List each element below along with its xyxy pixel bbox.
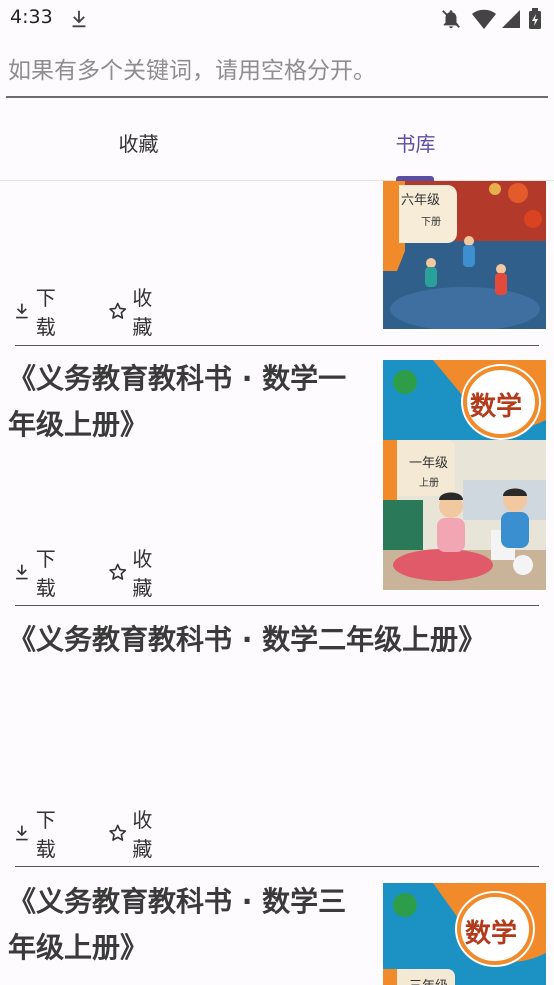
download-status-icon (68, 8, 90, 34)
battery-icon (528, 8, 542, 34)
list-item[interactable]: 《义务教育教科书 · 数学二年级上册》 下载 收藏 (0, 607, 554, 869)
search-bar (6, 48, 548, 98)
divider (15, 866, 539, 867)
book-list[interactable]: 六年级 下册 下载 收藏 《义务教育教科书 · 数学一年级上册》 数学 一年级 … (0, 181, 554, 985)
cover-grade-text: 一年级 (409, 456, 449, 471)
download-label: 下载 (35, 808, 56, 861)
list-item[interactable]: 六年级 下册 下载 收藏 (0, 181, 554, 346)
cover-volume-text: 下册 (421, 217, 441, 228)
download-label: 下载 (35, 547, 56, 600)
favorite-button[interactable]: 收藏 (107, 286, 161, 339)
tab-favorites[interactable]: 收藏 (0, 110, 277, 178)
cover-grade-text: 三年级 (409, 975, 448, 985)
download-button[interactable]: 下载 (12, 286, 64, 339)
cover-subject-text: 数学 (470, 392, 523, 422)
cellular-signal-icon (500, 8, 522, 34)
favorite-button[interactable]: 收藏 (107, 808, 161, 861)
star-outline-icon (109, 563, 127, 580)
download-button[interactable]: 下载 (12, 808, 64, 861)
list-item[interactable]: 《义务教育教科书 · 数学三年级上册》 数学 三年级 (0, 869, 554, 985)
notifications-off-icon (440, 8, 462, 34)
book-title[interactable]: 《义务教育教科书 · 数学二年级上册》 (8, 617, 528, 663)
download-icon (16, 303, 28, 319)
download-icon (16, 825, 28, 841)
book-cover-image[interactable]: 数学 一年级 上册 (383, 360, 546, 590)
download-label: 下载 (35, 286, 56, 339)
list-item[interactable]: 《义务教育教科书 · 数学一年级上册》 数学 一年级 上册 下载 收藏 (0, 346, 554, 608)
star-outline-icon (109, 824, 127, 841)
search-input[interactable] (6, 48, 548, 94)
book-cover-image[interactable]: 数学 三年级 (383, 883, 546, 985)
book-title[interactable]: 《义务教育教科书 · 数学三年级上册》 (8, 879, 374, 971)
cover-volume-text: 上册 (419, 478, 439, 489)
book-cover-image[interactable]: 六年级 下册 (383, 181, 546, 329)
tab-bar: 收藏 书库 (0, 110, 554, 181)
status-bar: 4:33 (0, 0, 554, 36)
tab-library[interactable]: 书库 (277, 110, 554, 178)
favorite-button[interactable]: 收藏 (107, 547, 161, 600)
favorite-label: 收藏 (132, 547, 153, 600)
download-button[interactable]: 下载 (12, 547, 64, 600)
divider (15, 605, 539, 606)
favorite-label: 收藏 (132, 286, 153, 339)
wifi-icon (472, 8, 496, 34)
cover-grade-text: 六年级 (401, 193, 441, 208)
cover-subject-text: 数学 (465, 919, 518, 949)
star-outline-icon (109, 302, 127, 319)
favorite-label: 收藏 (132, 808, 153, 861)
book-title[interactable]: 《义务教育教科书 · 数学一年级上册》 (8, 356, 374, 448)
download-icon (16, 564, 28, 580)
status-time: 4:33 (10, 6, 53, 28)
